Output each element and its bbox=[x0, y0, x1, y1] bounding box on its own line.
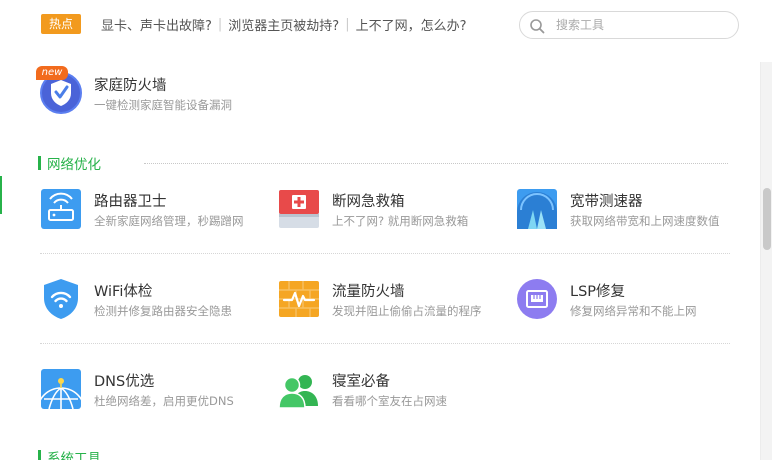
left-accent bbox=[0, 50, 2, 460]
network-port-icon bbox=[517, 279, 557, 319]
traffic-firewall-icon bbox=[279, 281, 319, 317]
tool-dorm-essential[interactable]: 寝室必备 看看哪个室友在占网速 bbox=[278, 368, 498, 418]
tool-name: 断网急救箱 bbox=[332, 194, 405, 210]
tool-dns-optimize[interactable]: DNS优选 杜绝网络差，启用更优DNS bbox=[40, 368, 260, 418]
section-network-optimization: 网络优化 bbox=[38, 154, 728, 173]
hot-badge: 热点 bbox=[41, 14, 81, 34]
hot-link-browser-hijack[interactable]: 浏览器主页被劫持? bbox=[228, 15, 339, 34]
search-box[interactable] bbox=[519, 11, 739, 39]
tool-desc: 上不了网? 就用断网急救箱 bbox=[332, 214, 469, 228]
router-icon bbox=[41, 189, 81, 229]
top-bar: 热点 显卡、声卡出故障? | 浏览器主页被劫持? | 上不了网，怎么办? bbox=[0, 0, 772, 50]
tools-content: new 家庭防火墙 一键检测家庭智能设备漏洞 网络优化 路由器卫士 全新家庭网络… bbox=[0, 50, 772, 460]
tool-wifi-checkup[interactable]: WiFi体检 检测并修复路由器安全隐患 bbox=[40, 278, 260, 328]
tool-desc: 杜绝网络差，启用更优DNS bbox=[94, 394, 234, 408]
speedometer-icon bbox=[517, 189, 557, 229]
tool-name: 路由器卫士 bbox=[94, 194, 167, 210]
tool-lsp-repair[interactable]: LSP修复 修复网络异常和不能上网 bbox=[516, 278, 746, 328]
tool-name: 寝室必备 bbox=[332, 374, 390, 390]
tool-name: 流量防火墙 bbox=[332, 284, 405, 300]
tool-desc: 修复网络异常和不能上网 bbox=[570, 304, 697, 318]
hot-links: 显卡、声卡出故障? | 浏览器主页被劫持? | 上不了网，怎么办? bbox=[101, 14, 467, 34]
tool-network-first-aid[interactable]: 断网急救箱 上不了网? 就用断网急救箱 bbox=[278, 188, 498, 238]
divider: | bbox=[217, 16, 223, 32]
row-divider bbox=[40, 343, 730, 344]
tool-broadband-speedtest[interactable]: 宽带测速器 获取网络带宽和上网速度数值 bbox=[516, 188, 746, 238]
tool-desc: 全新家庭网络管理，秒踢蹭网 bbox=[94, 214, 244, 228]
tool-desc: 检测并修复路由器安全隐患 bbox=[94, 304, 232, 318]
section-title: 系统工具 bbox=[47, 451, 101, 460]
hot-link-graphics[interactable]: 显卡、声卡出故障? bbox=[101, 15, 212, 34]
roommates-icon bbox=[278, 375, 318, 409]
section-bar bbox=[38, 450, 41, 460]
tool-router-guard[interactable]: 路由器卫士 全新家庭网络管理，秒踢蹭网 bbox=[40, 188, 260, 238]
search-input[interactable] bbox=[556, 15, 726, 35]
tool-desc: 获取网络带宽和上网速度数值 bbox=[570, 214, 720, 228]
section-title: 网络优化 bbox=[47, 157, 101, 173]
section-system-tools: 系统工具 bbox=[38, 448, 728, 460]
tool-name: DNS优选 bbox=[94, 374, 155, 390]
tool-name: WiFi体检 bbox=[94, 284, 153, 300]
scroll-thumb[interactable] bbox=[763, 188, 771, 250]
new-tag: new bbox=[36, 66, 68, 80]
section-divider bbox=[144, 163, 728, 164]
hot-link-no-internet[interactable]: 上不了网，怎么办? bbox=[356, 15, 467, 34]
tool-desc: 看看哪个室友在占网速 bbox=[332, 394, 447, 408]
section-bar bbox=[38, 156, 41, 170]
tool-name: 家庭防火墙 bbox=[94, 78, 167, 94]
first-aid-kit-icon bbox=[279, 190, 319, 228]
wifi-shield-icon bbox=[44, 279, 78, 319]
divider: | bbox=[345, 16, 350, 32]
tool-name: 宽带测速器 bbox=[570, 194, 643, 210]
tool-traffic-firewall[interactable]: 流量防火墙 发现并阻止偷偷占流量的程序 bbox=[278, 278, 508, 328]
vertical-scrollbar[interactable] bbox=[760, 62, 772, 460]
tool-name: LSP修复 bbox=[570, 284, 626, 300]
search-icon[interactable] bbox=[529, 18, 545, 34]
tool-desc: 一键检测家庭智能设备漏洞 bbox=[94, 98, 232, 112]
row-divider bbox=[40, 253, 730, 254]
tool-home-firewall[interactable]: new 家庭防火墙 一键检测家庭智能设备漏洞 bbox=[36, 66, 300, 122]
tool-desc: 发现并阻止偷偷占流量的程序 bbox=[332, 304, 482, 318]
dns-globe-icon bbox=[40, 369, 82, 410]
